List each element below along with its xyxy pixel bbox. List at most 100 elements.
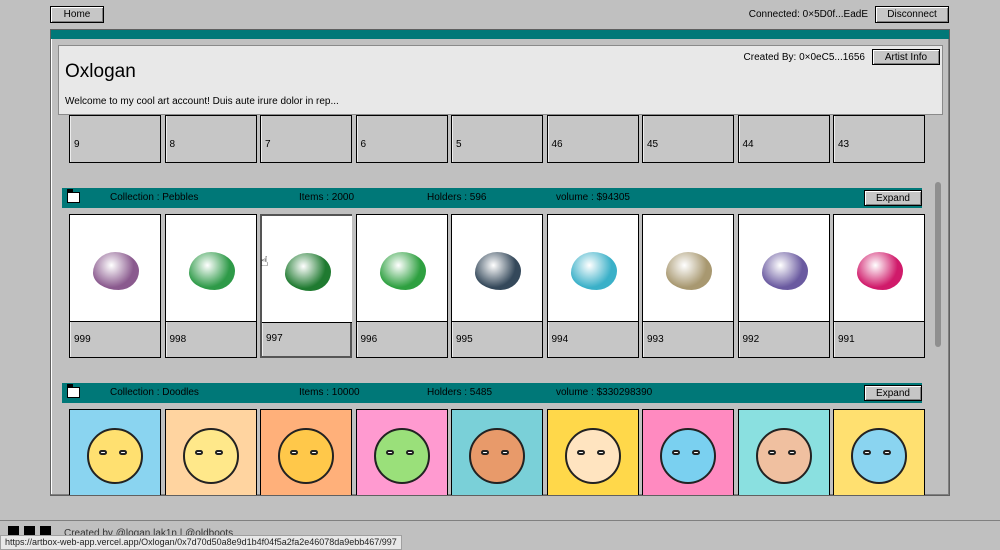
disconnect-button[interactable]: Disconnect bbox=[875, 6, 949, 23]
scrollbar-thumb[interactable] bbox=[935, 182, 941, 347]
pebble-image bbox=[475, 252, 521, 290]
nft-card[interactable]: 992 bbox=[737, 214, 830, 358]
nft-thumbnail bbox=[356, 410, 447, 495]
nft-card[interactable]: 993 bbox=[642, 214, 734, 358]
collection-holders-label: Holders : 5485 bbox=[427, 387, 493, 398]
nft-card[interactable]: 991 bbox=[833, 214, 925, 358]
nft-card[interactable] bbox=[69, 409, 161, 495]
nft-thumbnail bbox=[643, 410, 733, 495]
collection-volume-label: volume : $330298390 bbox=[556, 387, 653, 398]
expand-button[interactable]: Expand bbox=[864, 190, 922, 206]
nft-card[interactable] bbox=[260, 409, 352, 495]
nft-thumbnail bbox=[738, 215, 829, 322]
nft-card[interactable]: 995 bbox=[451, 214, 543, 358]
nft-card[interactable] bbox=[737, 409, 830, 495]
doodle-eye bbox=[767, 450, 776, 455]
doodle-eye bbox=[692, 450, 700, 455]
doodle-character-image bbox=[660, 428, 716, 484]
nft-thumbnail bbox=[70, 215, 160, 322]
collection-items-label: Items : 2000 bbox=[299, 192, 355, 203]
doodle-character-image bbox=[564, 428, 621, 484]
doodle-character-image bbox=[278, 428, 334, 484]
nft-thumbnail bbox=[165, 215, 256, 322]
nft-thumbnail bbox=[262, 216, 352, 323]
nft-number: 43 bbox=[838, 139, 850, 150]
nft-thumbnail bbox=[70, 410, 160, 495]
collections-gallery[interactable]: 9 8 7 6 5 46 45 44 43 Collection : Pebbles Items :… bbox=[57, 58, 935, 495]
doodle-eye bbox=[194, 450, 203, 455]
artist-info-button[interactable]: Artist Info bbox=[872, 49, 940, 65]
doodle-eye bbox=[787, 450, 796, 455]
doodle-eye bbox=[596, 450, 605, 455]
pebble-image bbox=[379, 252, 426, 290]
collection-holders-label: Holders : 596 bbox=[427, 192, 487, 203]
artist-profile-panel: Oxlogan Welcome to my cool art account! … bbox=[58, 45, 943, 115]
collection-header: Collection : Pebbles Items : 2000 Holders … bbox=[62, 188, 922, 208]
pebble-image bbox=[188, 252, 235, 290]
nft-number: 9 bbox=[74, 139, 80, 150]
nft-card[interactable]: 996 bbox=[355, 214, 448, 358]
nft-number: 999 bbox=[74, 334, 91, 345]
doodle-eye bbox=[863, 450, 871, 455]
nft-card[interactable]: 994 bbox=[546, 214, 639, 358]
nft-number: 996 bbox=[360, 334, 378, 345]
nft-number: 992 bbox=[742, 334, 760, 345]
hand-cursor-icon: ☝ bbox=[260, 253, 269, 269]
doodle-eye bbox=[576, 450, 585, 455]
doodle-character-image bbox=[755, 428, 812, 484]
doodle-character-image bbox=[851, 428, 907, 484]
scrollbar[interactable] bbox=[934, 118, 942, 494]
doodle-eye bbox=[385, 450, 394, 455]
nft-number: 45 bbox=[647, 139, 659, 150]
nft-thumbnail bbox=[356, 215, 447, 322]
expand-button[interactable]: Expand bbox=[864, 385, 922, 401]
nft-card[interactable] bbox=[642, 409, 734, 495]
nft-thumbnail bbox=[165, 410, 256, 495]
nft-number: 46 bbox=[551, 139, 563, 150]
pebble-image bbox=[93, 252, 139, 290]
doodle-eye bbox=[501, 450, 509, 455]
nft-number: 998 bbox=[169, 334, 187, 345]
pebble-image bbox=[570, 252, 617, 290]
artist-name: Oxlogan bbox=[65, 61, 136, 82]
nft-thumbnail bbox=[547, 410, 638, 495]
doodle-character-image bbox=[373, 428, 430, 484]
nft-number: 5 bbox=[456, 139, 462, 150]
pebble-image bbox=[666, 252, 712, 290]
nft-card[interactable] bbox=[833, 409, 925, 495]
nft-card[interactable] bbox=[546, 409, 639, 495]
collection-volume-label: volume : $94305 bbox=[556, 192, 630, 203]
nft-card[interactable] bbox=[451, 409, 543, 495]
window-title-bar bbox=[51, 30, 949, 39]
doodle-character-image bbox=[182, 428, 239, 484]
doodle-eye bbox=[405, 450, 414, 455]
folder-icon bbox=[67, 189, 80, 203]
nft-card[interactable]: 999 bbox=[69, 214, 161, 358]
doodle-eye bbox=[119, 450, 127, 455]
collection-collection-label: Collection : Pebbles bbox=[110, 192, 199, 203]
nft-thumbnail bbox=[452, 215, 542, 322]
link-status-bar: https://artbox-web-app.vercel.app/Oxloga… bbox=[0, 535, 402, 550]
footer-divider bbox=[0, 520, 1000, 521]
doodle-eye bbox=[214, 450, 223, 455]
collection-items-label: Items : 10000 bbox=[299, 387, 360, 398]
nft-thumbnail bbox=[643, 215, 733, 322]
nft-card[interactable] bbox=[164, 409, 257, 495]
nft-thumbnail bbox=[452, 410, 542, 495]
nft-card[interactable]: 998 bbox=[164, 214, 257, 358]
nft-number: 44 bbox=[742, 139, 754, 150]
folder-icon bbox=[67, 384, 80, 398]
pebble-image bbox=[285, 253, 331, 291]
nft-number: 991 bbox=[838, 334, 855, 345]
nft-card[interactable]: 997 bbox=[260, 214, 352, 358]
nft-number: 994 bbox=[551, 334, 569, 345]
doodle-character-image bbox=[469, 428, 525, 484]
home-button[interactable]: Home bbox=[50, 6, 104, 23]
nft-thumbnail bbox=[738, 410, 829, 495]
nft-thumbnail bbox=[834, 410, 924, 495]
nft-thumbnail bbox=[834, 215, 924, 322]
nft-card[interactable] bbox=[355, 409, 448, 495]
collection-row bbox=[63, 409, 925, 495]
nft-number: 6 bbox=[360, 139, 367, 150]
pebble-image bbox=[761, 252, 808, 290]
